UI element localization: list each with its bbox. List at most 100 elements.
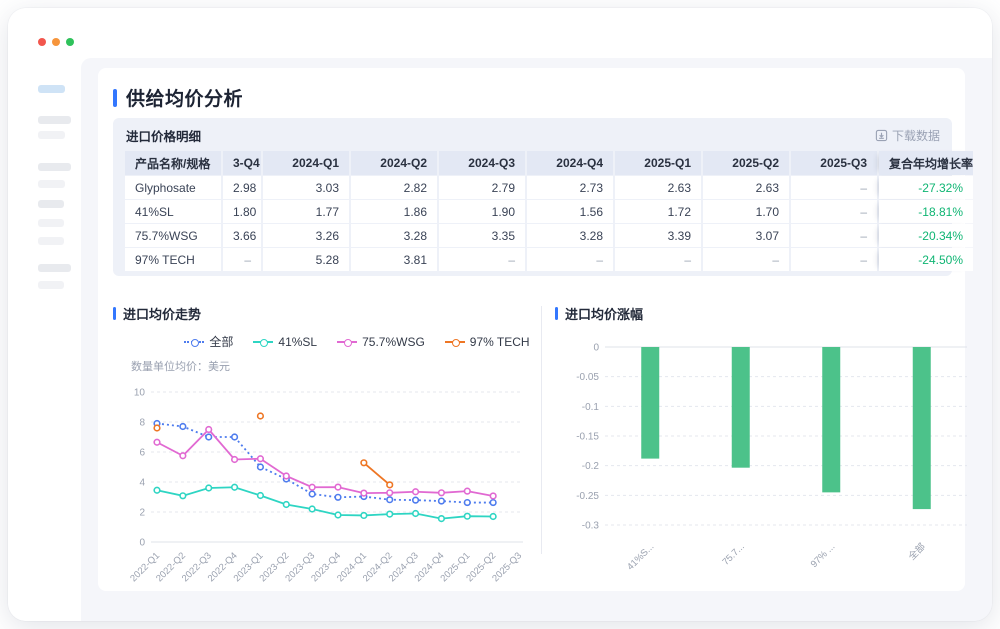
data-point [464,488,470,494]
y-tick-label: 8 [139,418,145,429]
series-97% TECH [154,413,392,487]
table-row: 41%SL1.801.771.861.901.561.721.70–-18.81… [125,200,973,223]
y-tick-label: -0.25 [576,491,599,502]
column-header: 复合年均增长率 [879,151,973,175]
data-point [439,516,445,522]
data-point [439,498,445,504]
column-header: 2025-Q3 [791,151,877,175]
y-tick-label: -0.1 [582,402,600,413]
download-icon [875,129,888,142]
data-point [464,500,470,506]
data-point [387,482,393,488]
price-cell: 2.63 [615,176,701,199]
price-cell: – [223,248,261,271]
data-point [387,497,393,503]
close-button[interactable] [38,38,46,46]
column-header: 2024-Q2 [351,151,437,175]
data-point [490,493,496,499]
zoom-button[interactable] [66,38,74,46]
data-point [154,487,160,493]
data-point [206,485,212,491]
y-tick-label: 4 [139,478,145,489]
data-point [258,456,264,462]
price-cell: 1.90 [439,200,525,223]
change-chart-title: 进口均价涨幅 [565,304,643,323]
y-tick-label: -0.2 [582,461,600,472]
legend-item[interactable]: 41%SL [253,333,317,350]
price-cell: 1.56 [527,200,613,223]
window-controls [38,38,74,46]
price-cell: 1.72 [615,200,701,223]
column-header: 2024-Q1 [263,151,349,175]
price-cell: – [791,224,877,247]
chart-accent-bar [555,307,558,320]
data-point [180,453,186,459]
sidebar-skeleton-item [38,180,65,188]
page-title: 供给均价分析 [126,84,243,111]
content-card: 供给均价分析 进口价格明细 下载数据 [98,68,965,591]
data-point [232,457,238,463]
column-header: 2025-Q1 [615,151,701,175]
window-titlebar [8,8,992,58]
data-point [309,491,315,497]
price-cell: – [439,248,525,271]
data-point [387,490,393,496]
legend-item[interactable]: 97% TECH [445,333,530,350]
y-tick-label: 6 [139,448,145,459]
download-data-button[interactable]: 下载数据 [875,127,940,144]
import-price-table: 产品名称/规格3-Q42024-Q12024-Q22024-Q32024-Q42… [123,150,975,272]
product-name-cell: Glyphosate [125,176,221,199]
legend-label: 41%SL [278,335,317,349]
y-tick-label: 0 [139,538,145,549]
panel-title: 进口价格明细 [126,126,201,145]
data-point [206,427,212,433]
minimize-button[interactable] [52,38,60,46]
title-accent-bar [113,89,117,107]
price-cell: – [791,200,877,223]
legend-marker [337,338,357,346]
table-row: 75.7%WSG3.663.263.283.353.283.393.07–-20… [125,224,973,247]
data-point [361,490,367,496]
price-cell: 3.03 [263,176,349,199]
table-header-row: 产品名称/规格3-Q42024-Q12024-Q22024-Q32024-Q42… [125,151,973,175]
sidebar-skeleton-item [38,237,64,245]
change-chart-header: 进口均价涨幅 [555,304,957,323]
trend-chart-canvas: 02468102022-Q12022-Q22022-Q32022-Q42023-… [113,374,537,602]
data-point [490,500,496,506]
price-cell: 1.70 [703,200,789,223]
data-point [413,511,419,517]
main-area: 供给均价分析 进口价格明细 下载数据 [81,58,992,621]
change-chart-canvas: 0-0.05-0.1-0.15-0.2-0.25-0.341%S...75.7.… [555,323,979,573]
price-cell: 2.73 [527,176,613,199]
price-cell: 1.80 [223,200,261,223]
product-name-cell: 97% TECH [125,248,221,271]
chart-accent-bar [113,307,116,320]
bar [732,347,750,468]
y-tick-label: -0.15 [576,432,599,443]
sidebar-skeleton-item [38,85,65,93]
screenshot-stage: 供给均价分析 进口价格明细 下载数据 [0,0,1000,629]
x-tick-label: 75.7... [720,541,746,567]
bar [913,347,931,509]
legend-item[interactable]: 全部 [184,333,233,350]
panel-header: 进口价格明细 下载数据 [113,118,952,150]
cagr-cell: -27.32% [879,176,973,199]
price-cell: 2.79 [439,176,525,199]
price-cell: 2.82 [351,176,437,199]
y-tick-label: 0 [593,343,599,354]
data-point [309,506,315,512]
x-tick-label: 41%S... [625,541,656,572]
data-point [258,464,264,470]
sidebar [8,58,81,621]
column-header: 2024-Q4 [527,151,613,175]
legend-item[interactable]: 75.7%WSG [337,333,425,350]
data-point [258,413,264,419]
download-label: 下载数据 [892,127,940,144]
price-cell: 2.63 [703,176,789,199]
data-point [232,434,238,440]
data-point [309,484,315,490]
data-point [361,460,367,466]
column-header: 2025-Q2 [703,151,789,175]
data-point [387,511,393,517]
charts-divider [541,306,542,554]
